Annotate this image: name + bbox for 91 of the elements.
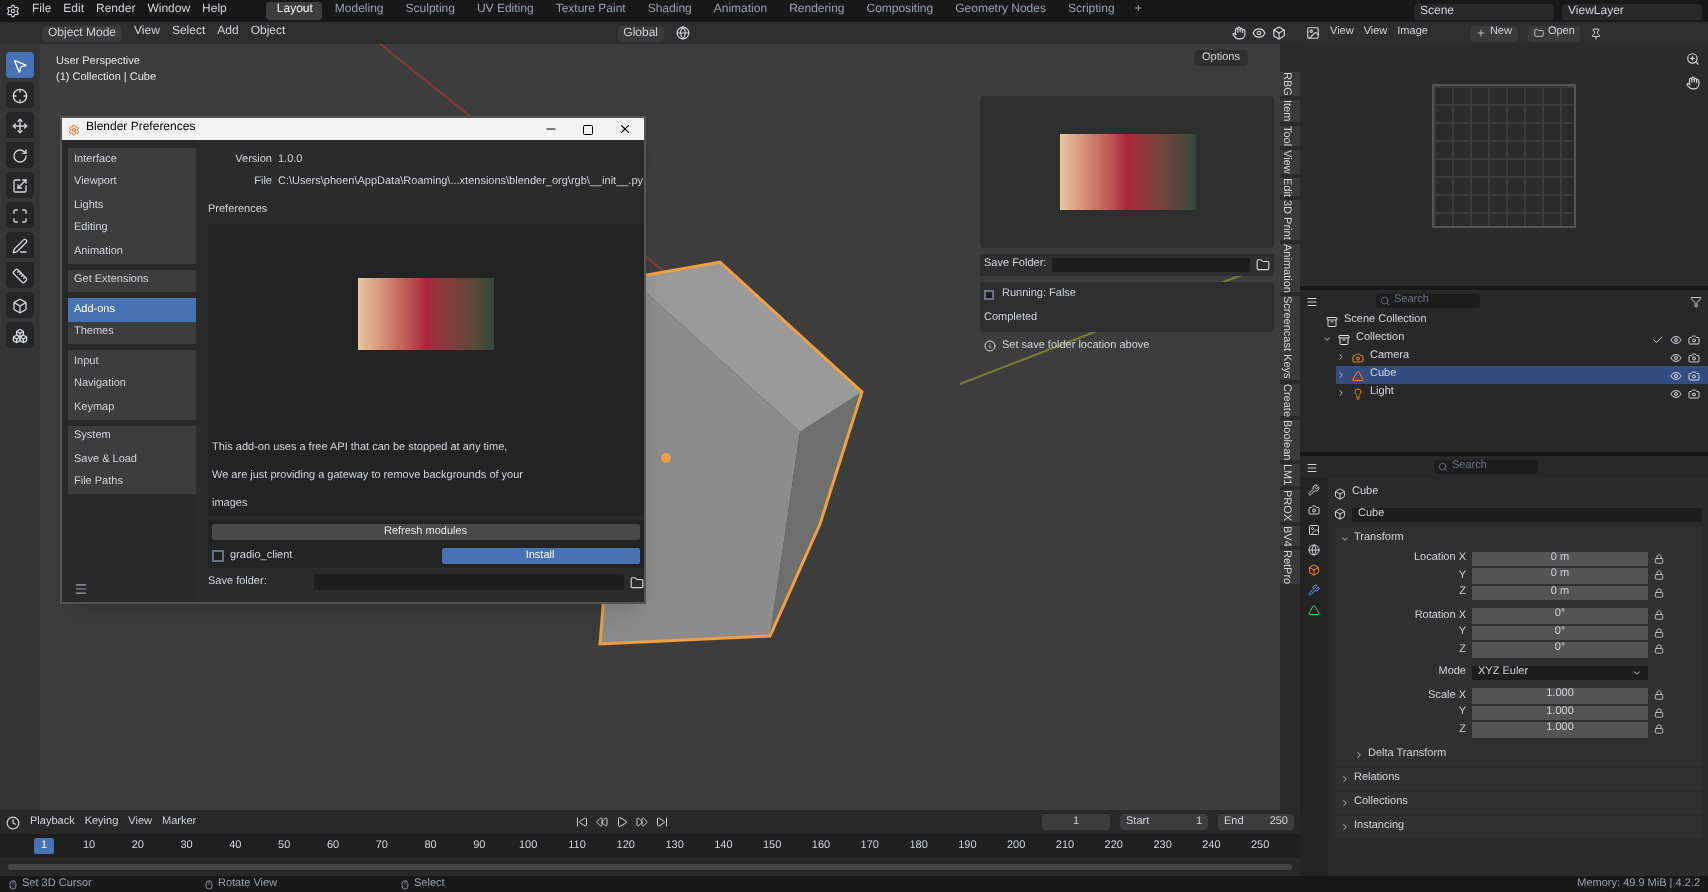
tool-button[interactable] [6,322,34,348]
skip-forward-icon[interactable] [656,816,669,828]
cubes-icon [12,327,28,343]
rotate-icon [12,147,28,163]
play-icon[interactable] [616,816,629,828]
photo-placeholder [1059,134,1195,210]
chevron-icon [1340,774,1350,784]
maximize-icon[interactable] [582,123,594,135]
chevron-icon [1340,822,1350,832]
folder-icon [1533,28,1544,38]
hand-icon[interactable] [1232,26,1246,40]
pen-icon [12,237,28,253]
origin-dot [661,453,671,463]
object-icon[interactable] [1308,564,1320,576]
eye-icon[interactable] [1670,333,1682,345]
zoom-icon[interactable] [1686,52,1700,66]
eye-icon[interactable] [1252,26,1266,40]
search-icon [1380,296,1390,306]
globe-icon[interactable] [676,26,690,40]
hand-icon[interactable] [1686,76,1700,90]
world-icon[interactable] [1308,544,1320,556]
lock-icon[interactable] [1654,627,1664,638]
cube-icon[interactable] [1272,26,1286,40]
object-icon [1334,508,1346,520]
tool-button[interactable] [6,172,34,198]
clock-icon[interactable] [6,815,20,829]
camera-icon[interactable] [1688,369,1700,381]
transform-icon [12,207,28,223]
lock-icon[interactable] [1654,570,1664,581]
tool-button[interactable] [6,142,34,168]
bulb-icon [1352,387,1364,399]
rewind-icon[interactable] [596,816,609,828]
mouse-icon [204,879,214,889]
triangle-icon [1352,369,1364,381]
triangle-icon[interactable] [1308,604,1320,616]
wrench-icon[interactable] [1308,584,1320,596]
eye-icon[interactable] [1670,351,1682,363]
image-icon[interactable] [1306,26,1320,40]
fast-forward-icon[interactable] [636,816,649,828]
minimize-icon[interactable] [544,122,558,136]
tool-button[interactable] [6,52,34,78]
info-icon [984,339,996,352]
close-icon[interactable] [618,122,632,136]
checkbox[interactable] [984,289,994,300]
move-icon [12,117,28,133]
plus-icon [1475,28,1486,38]
mouse-icon [8,879,18,889]
crosshair-icon [12,87,28,103]
tool-button[interactable] [6,292,34,318]
camera-icon [1352,351,1364,363]
lock-icon[interactable] [1654,707,1664,718]
pointer-icon [12,57,28,73]
chevron-icon [1340,534,1350,544]
lock-icon[interactable] [1654,610,1664,621]
mouse-icon [400,879,410,889]
chevron-icon [1340,798,1350,808]
checkbox[interactable] [212,549,224,562]
lock-icon[interactable] [1654,690,1664,701]
filter-icon[interactable] [1690,295,1702,307]
eye-icon[interactable] [1670,369,1682,381]
lock-icon[interactable] [1654,724,1664,735]
camera-icon[interactable] [1688,333,1700,345]
lock-icon[interactable] [1654,587,1664,598]
tool-icon[interactable] [1308,484,1320,496]
folder-icon[interactable] [629,575,644,590]
eye-icon[interactable] [1670,387,1682,399]
tool-button[interactable] [6,202,34,228]
tool-button[interactable] [6,232,34,258]
tool-button[interactable] [6,112,34,138]
lock-icon[interactable] [1654,553,1664,564]
object-icon [1334,487,1346,499]
photo-placeholder [357,278,494,351]
cube-icon [12,297,28,313]
camera-icon[interactable] [1688,351,1700,363]
folder-icon[interactable] [1256,258,1270,272]
scale-icon [12,177,28,193]
camera-icon[interactable] [1688,387,1700,399]
menu-icon[interactable] [74,582,88,596]
tool-button[interactable] [6,262,34,288]
box-icon [1326,315,1338,327]
lock-icon[interactable] [1654,644,1664,655]
image-grid [1432,84,1576,228]
skip-back-icon[interactable] [576,816,589,828]
chevron-icon [1632,667,1642,678]
pin-icon[interactable] [1590,27,1603,39]
tool-button[interactable] [6,82,34,108]
ruler-icon [12,267,28,283]
checkbox-icon[interactable] [1652,333,1664,345]
box-icon [1338,333,1350,345]
search-icon [1438,462,1448,472]
chevron-icon [1354,749,1364,759]
